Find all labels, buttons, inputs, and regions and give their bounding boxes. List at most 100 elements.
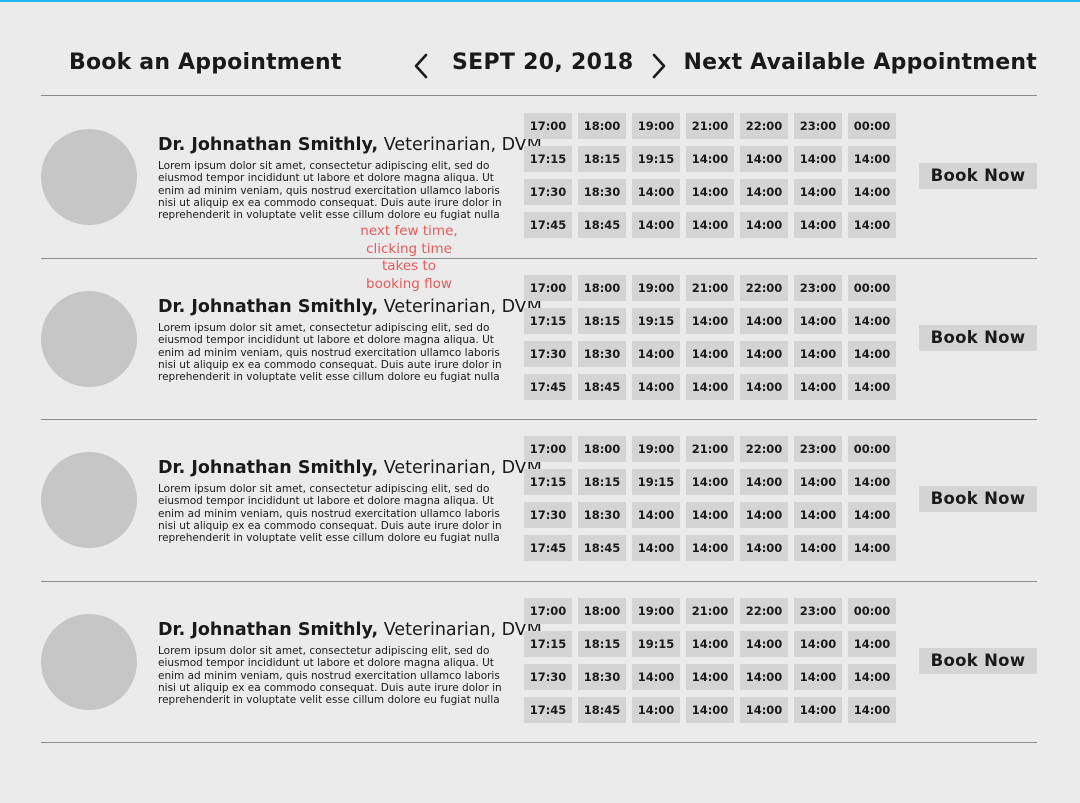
time-slot-button[interactable]: 17:15 bbox=[524, 146, 572, 172]
time-slot-button[interactable]: 19:00 bbox=[632, 436, 680, 462]
chevron-right-icon[interactable] bbox=[649, 52, 669, 80]
time-slot-button[interactable]: 14:00 bbox=[794, 664, 842, 690]
time-slot-button[interactable]: 14:00 bbox=[740, 469, 788, 495]
time-slot-button[interactable]: 19:00 bbox=[632, 113, 680, 139]
time-slot-button[interactable]: 14:00 bbox=[794, 502, 842, 528]
time-slot-button[interactable]: 14:00 bbox=[848, 535, 896, 561]
time-slot-button[interactable]: 14:00 bbox=[740, 535, 788, 561]
time-slot-button[interactable]: 18:15 bbox=[578, 631, 626, 657]
time-slot-button[interactable]: 14:00 bbox=[686, 146, 734, 172]
time-slot-button[interactable]: 22:00 bbox=[740, 598, 788, 624]
time-slot-button[interactable]: 17:15 bbox=[524, 308, 572, 334]
time-slot-button[interactable]: 14:00 bbox=[632, 179, 680, 205]
time-slot-button[interactable]: 14:00 bbox=[686, 308, 734, 334]
time-slot-button[interactable]: 22:00 bbox=[740, 113, 788, 139]
book-now-button[interactable]: Book Now bbox=[919, 163, 1037, 189]
time-slot-button[interactable]: 17:45 bbox=[524, 374, 572, 400]
time-slot-button[interactable]: 23:00 bbox=[794, 113, 842, 139]
time-slot-button[interactable]: 00:00 bbox=[848, 598, 896, 624]
time-slot-button[interactable]: 14:00 bbox=[848, 502, 896, 528]
time-slot-button[interactable]: 18:00 bbox=[578, 113, 626, 139]
time-slot-button[interactable]: 17:30 bbox=[524, 502, 572, 528]
time-slot-button[interactable]: 18:45 bbox=[578, 697, 626, 723]
time-slot-button[interactable]: 14:00 bbox=[848, 341, 896, 367]
time-slot-button[interactable]: 14:00 bbox=[794, 631, 842, 657]
time-slot-button[interactable]: 14:00 bbox=[740, 374, 788, 400]
time-slot-button[interactable]: 14:00 bbox=[632, 664, 680, 690]
time-slot-button[interactable]: 14:00 bbox=[686, 212, 734, 238]
time-slot-button[interactable]: 00:00 bbox=[848, 436, 896, 462]
time-slot-button[interactable]: 18:45 bbox=[578, 535, 626, 561]
time-slot-button[interactable]: 14:00 bbox=[794, 341, 842, 367]
time-slot-button[interactable]: 14:00 bbox=[632, 374, 680, 400]
book-now-button[interactable]: Book Now bbox=[919, 648, 1037, 674]
time-slot-button[interactable]: 14:00 bbox=[848, 374, 896, 400]
time-slot-button[interactable]: 14:00 bbox=[740, 631, 788, 657]
time-slot-button[interactable]: 18:30 bbox=[578, 664, 626, 690]
time-slot-button[interactable]: 18:30 bbox=[578, 502, 626, 528]
time-slot-button[interactable]: 14:00 bbox=[686, 469, 734, 495]
time-slot-button[interactable]: 14:00 bbox=[740, 502, 788, 528]
time-slot-button[interactable]: 14:00 bbox=[632, 502, 680, 528]
time-slot-button[interactable]: 18:15 bbox=[578, 469, 626, 495]
time-slot-button[interactable]: 21:00 bbox=[686, 275, 734, 301]
book-now-button[interactable]: Book Now bbox=[919, 325, 1037, 351]
time-slot-button[interactable]: 17:45 bbox=[524, 535, 572, 561]
time-slot-button[interactable]: 14:00 bbox=[848, 469, 896, 495]
time-slot-button[interactable]: 14:00 bbox=[848, 212, 896, 238]
time-slot-button[interactable]: 18:00 bbox=[578, 436, 626, 462]
time-slot-button[interactable]: 22:00 bbox=[740, 436, 788, 462]
time-slot-button[interactable]: 18:45 bbox=[578, 374, 626, 400]
time-slot-button[interactable]: 19:00 bbox=[632, 598, 680, 624]
time-slot-button[interactable]: 14:00 bbox=[686, 341, 734, 367]
time-slot-button[interactable]: 14:00 bbox=[740, 212, 788, 238]
time-slot-button[interactable]: 18:15 bbox=[578, 308, 626, 334]
time-slot-button[interactable]: 18:00 bbox=[578, 275, 626, 301]
time-slot-button[interactable]: 14:00 bbox=[686, 664, 734, 690]
time-slot-button[interactable]: 14:00 bbox=[632, 341, 680, 367]
time-slot-button[interactable]: 14:00 bbox=[740, 664, 788, 690]
time-slot-button[interactable]: 23:00 bbox=[794, 436, 842, 462]
time-slot-button[interactable]: 17:15 bbox=[524, 469, 572, 495]
time-slot-button[interactable]: 17:30 bbox=[524, 179, 572, 205]
time-slot-button[interactable]: 14:00 bbox=[794, 697, 842, 723]
time-slot-button[interactable]: 18:30 bbox=[578, 341, 626, 367]
time-slot-button[interactable]: 19:00 bbox=[632, 275, 680, 301]
time-slot-button[interactable]: 14:00 bbox=[794, 374, 842, 400]
time-slot-button[interactable]: 21:00 bbox=[686, 113, 734, 139]
time-slot-button[interactable]: 14:00 bbox=[794, 212, 842, 238]
time-slot-button[interactable]: 14:00 bbox=[848, 179, 896, 205]
time-slot-button[interactable]: 17:00 bbox=[524, 113, 572, 139]
time-slot-button[interactable]: 19:15 bbox=[632, 631, 680, 657]
time-slot-button[interactable]: 00:00 bbox=[848, 275, 896, 301]
time-slot-button[interactable]: 21:00 bbox=[686, 436, 734, 462]
time-slot-button[interactable]: 19:15 bbox=[632, 469, 680, 495]
time-slot-button[interactable]: 19:15 bbox=[632, 146, 680, 172]
time-slot-button[interactable]: 17:00 bbox=[524, 598, 572, 624]
book-now-button[interactable]: Book Now bbox=[919, 486, 1037, 512]
time-slot-button[interactable]: 14:00 bbox=[794, 308, 842, 334]
time-slot-button[interactable]: 14:00 bbox=[848, 308, 896, 334]
time-slot-button[interactable]: 14:00 bbox=[740, 697, 788, 723]
time-slot-button[interactable]: 14:00 bbox=[740, 308, 788, 334]
time-slot-button[interactable]: 22:00 bbox=[740, 275, 788, 301]
time-slot-button[interactable]: 14:00 bbox=[632, 535, 680, 561]
time-slot-button[interactable]: 14:00 bbox=[686, 374, 734, 400]
time-slot-button[interactable]: 21:00 bbox=[686, 598, 734, 624]
time-slot-button[interactable]: 14:00 bbox=[686, 697, 734, 723]
time-slot-button[interactable]: 14:00 bbox=[794, 535, 842, 561]
next-available-link[interactable]: Next Available Appointment bbox=[683, 50, 1037, 75]
time-slot-button[interactable]: 14:00 bbox=[632, 212, 680, 238]
time-slot-button[interactable]: 14:00 bbox=[686, 179, 734, 205]
time-slot-button[interactable]: 18:30 bbox=[578, 179, 626, 205]
time-slot-button[interactable]: 14:00 bbox=[686, 631, 734, 657]
time-slot-button[interactable]: 23:00 bbox=[794, 275, 842, 301]
time-slot-button[interactable]: 17:30 bbox=[524, 341, 572, 367]
time-slot-button[interactable]: 17:00 bbox=[524, 275, 572, 301]
time-slot-button[interactable]: 14:00 bbox=[632, 697, 680, 723]
time-slot-button[interactable]: 23:00 bbox=[794, 598, 842, 624]
time-slot-button[interactable]: 14:00 bbox=[794, 469, 842, 495]
time-slot-button[interactable]: 14:00 bbox=[740, 179, 788, 205]
time-slot-button[interactable]: 14:00 bbox=[848, 631, 896, 657]
time-slot-button[interactable]: 14:00 bbox=[848, 146, 896, 172]
